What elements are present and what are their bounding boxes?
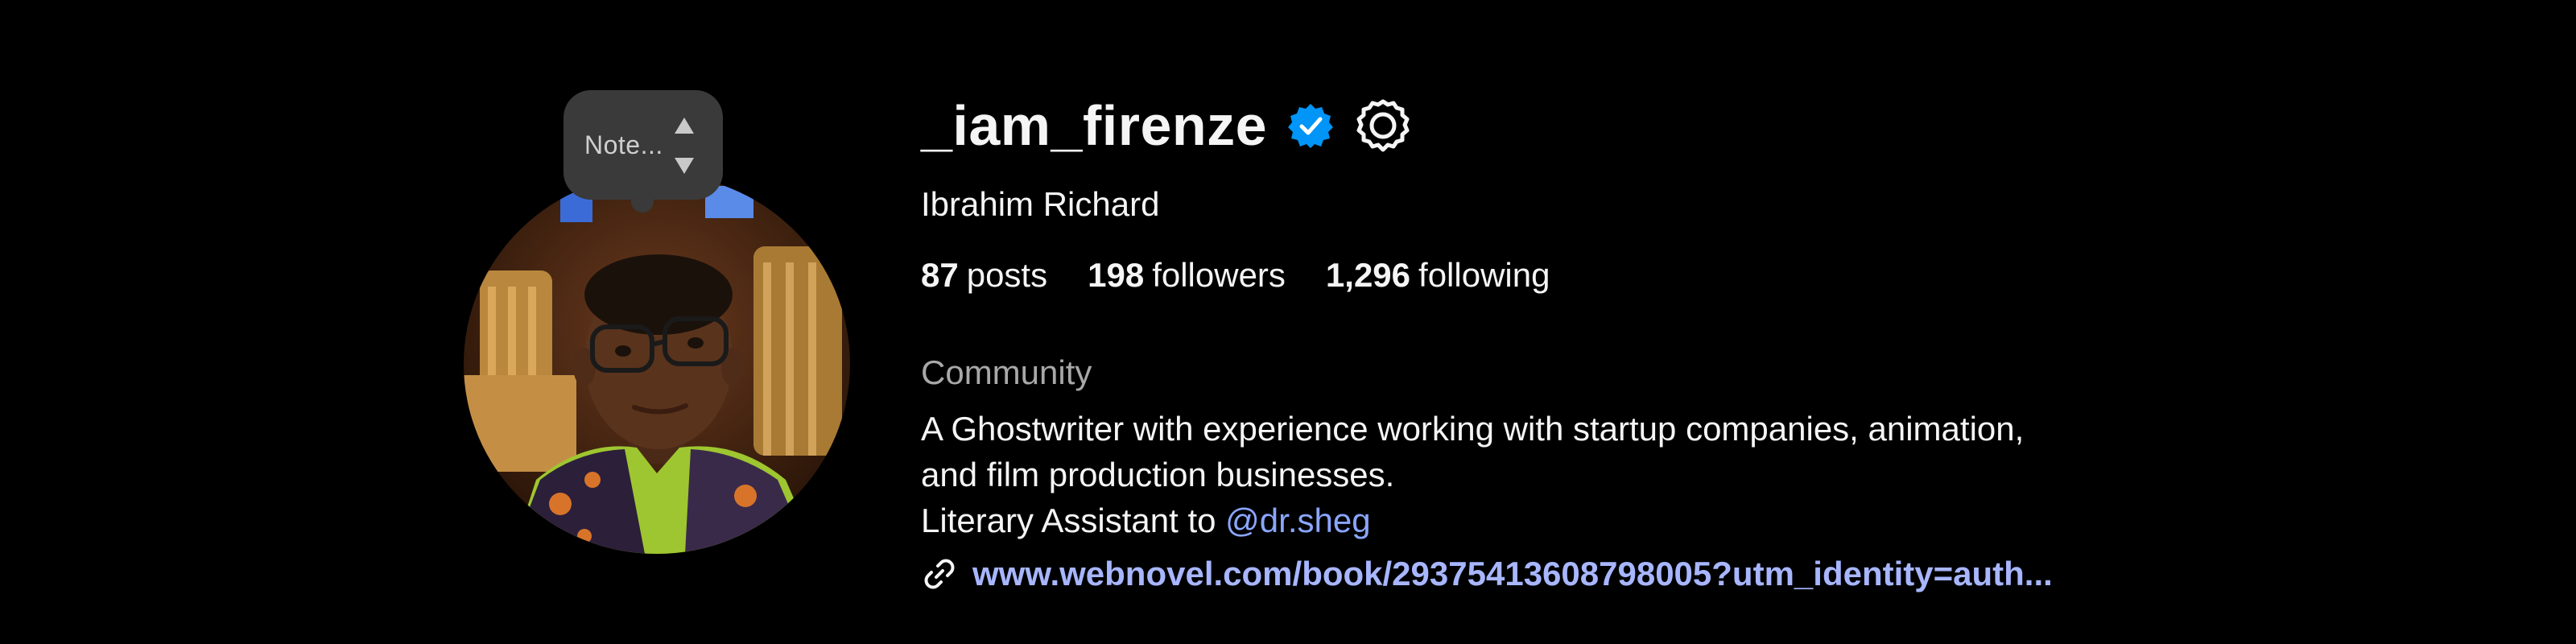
full-name: Ibrahim Richard [921,185,1160,223]
category-label: Community [921,353,1092,391]
settings-gear-icon[interactable] [1354,97,1412,155]
bio-line-1: A Ghostwriter with experience working wi… [921,410,2025,448]
avatar[interactable] [464,174,850,554]
bio: A Ghostwriter with experience working wi… [921,406,2289,543]
followers-link[interactable]: 198 followers [1088,251,1286,299]
bio-line-3-prefix: Literary Assistant to [921,502,1226,539]
mention-link[interactable]: @dr.sheg [1225,502,1370,539]
external-link-row: www.webnovel.com/book/29375413608798005?… [921,548,2289,600]
verified-badge-icon [1286,101,1335,150]
avatar-container [464,174,850,554]
profile-info: _iam_firenze Ibrahim Richard 87 posts 198… [921,80,2289,600]
following-label: following [1418,256,1550,294]
posts-label: posts [966,256,1048,294]
note-bubble[interactable]: Note... [564,90,723,213]
bio-line-3: Literary Assistant to @dr.sheg [921,497,2289,543]
username: _iam_firenze [921,94,1268,157]
followers-label: followers [1152,256,1286,294]
triangle-down-icon[interactable] [667,150,702,182]
posts-stat: 87 posts [921,251,1047,299]
note-text[interactable]: Note... [584,130,663,160]
following-link[interactable]: 1,296 following [1326,251,1550,299]
posts-count: 87 [921,256,959,294]
followers-count: 198 [1088,256,1145,294]
username-row: _iam_firenze [921,80,2289,171]
following-count: 1,296 [1325,256,1411,294]
bio-line-2: and film production businesses. [921,456,1395,493]
link-chain-icon [921,555,958,592]
profile-header: Note... _iam_firenze Ibrahim Richard 87 … [0,0,2576,644]
avatar-image [464,174,850,554]
triangle-up-icon[interactable] [667,109,702,142]
external-link[interactable]: www.webnovel.com/book/29375413608798005?… [972,555,2053,593]
profile-stats: 87 posts 198 followers 1,296 following [921,251,2289,299]
note-stepper[interactable] [667,109,702,182]
